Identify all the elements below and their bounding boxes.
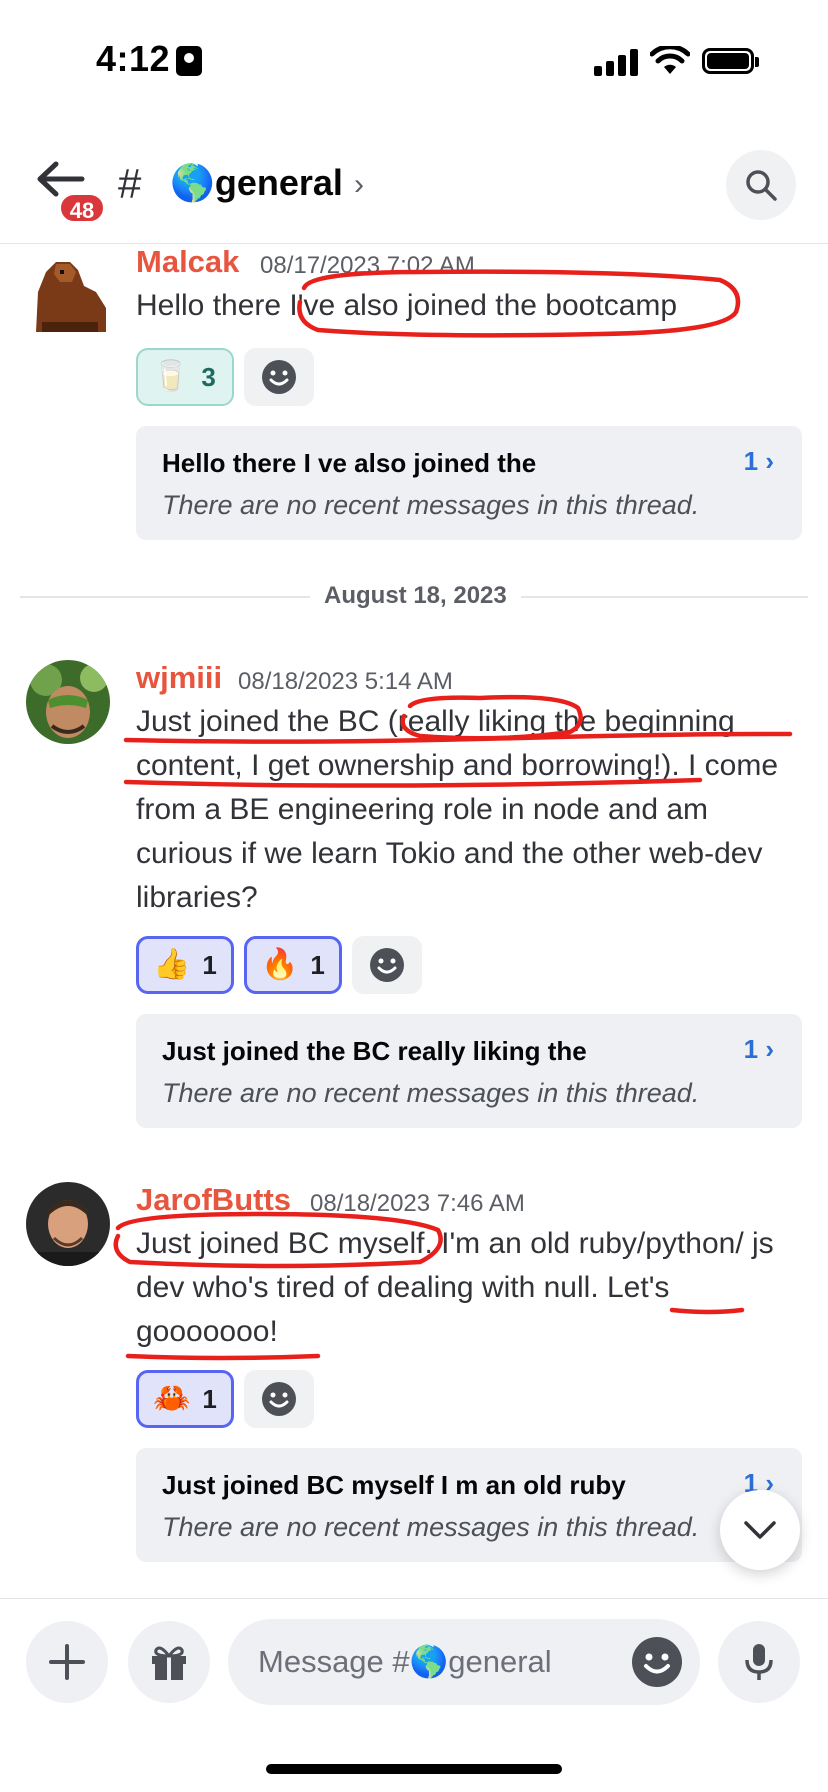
reaction-bar: 🥛 3 [136, 348, 314, 406]
reaction-chip[interactable]: 🦀 1 [136, 1370, 234, 1428]
reaction-chip[interactable]: 👍 1 [136, 936, 234, 994]
reaction-count: 1 [202, 949, 217, 980]
emoji-picker-button[interactable] [632, 1637, 682, 1687]
thread-card[interactable]: Just joined the BC really liking the 1 ›… [136, 1014, 802, 1128]
contact-card-icon [176, 46, 202, 76]
reaction-bar: 👍 1 🔥 1 [136, 936, 422, 994]
wifi-icon [650, 46, 690, 74]
message-timestamp: 08/18/2023 5:14 AM [238, 668, 453, 695]
message-author[interactable]: Malcak [136, 244, 239, 280]
gift-button[interactable] [128, 1621, 210, 1703]
message-timestamp: 08/18/2023 7:46 AM [310, 1190, 525, 1217]
message-text: Just joined the BC (really liking the be… [136, 705, 779, 914]
status-bar: 4:12 [0, 0, 828, 120]
message[interactable]: Malcak 08/17/2023 7:02 AM Hello there I'… [0, 244, 828, 544]
date-divider-label: August 18, 2023 [310, 582, 521, 610]
cellular-signal-icon [594, 48, 640, 76]
smiley-icon [370, 948, 404, 982]
voice-message-button[interactable] [718, 1621, 800, 1703]
message-timestamp: 08/17/2023 7:02 AM [260, 252, 475, 279]
plus-icon [49, 1644, 85, 1680]
reaction-chip[interactable]: 🔥 1 [244, 936, 342, 994]
scroll-to-bottom-button[interactable] [720, 1490, 800, 1570]
thread-title: Just joined the BC really liking the [162, 1036, 587, 1066]
thread-card[interactable]: Hello there I ve also joined the 1 › The… [136, 426, 802, 540]
message-author[interactable]: wjmiii [136, 660, 222, 696]
channel-title[interactable]: 🌎general [170, 162, 343, 204]
smiley-icon [262, 1382, 296, 1416]
thread-subtitle: There are no recent messages in this thr… [162, 490, 700, 520]
add-reaction-button[interactable] [244, 1370, 314, 1428]
message-text: Just joined BC myself. I'm an old ruby/p… [136, 1227, 774, 1348]
thread-subtitle: There are no recent messages in this thr… [162, 1078, 700, 1108]
channel-header: 48 # 🌎general › [0, 132, 828, 244]
reaction-chip[interactable]: 🥛 3 [136, 348, 234, 406]
thread-title: Hello there I ve also joined the [162, 448, 537, 478]
thread-subtitle: There are no recent messages in this thr… [162, 1512, 700, 1542]
avatar[interactable] [26, 252, 110, 336]
add-attachment-button[interactable] [26, 1621, 108, 1703]
home-indicator [266, 1764, 562, 1774]
smiley-icon [644, 1653, 670, 1674]
message[interactable]: JarofButts 08/18/2023 7:46 AM Just joine… [0, 1182, 828, 1582]
thread-count: 1 › [743, 446, 774, 476]
message-input-placeholder: Message #🌎general [258, 1644, 552, 1679]
chevron-right-icon[interactable]: › [354, 168, 364, 202]
add-reaction-button[interactable] [244, 348, 314, 406]
message[interactable]: wjmiii 08/18/2023 5:14 AM Just joined th… [0, 660, 828, 1140]
thread-count: 1 › [743, 1034, 774, 1064]
message-composer: Message #🌎general [0, 1598, 828, 1718]
milk-glass-icon: 🥛 [152, 360, 190, 393]
status-time: 4:12 [96, 38, 171, 79]
smiley-icon [262, 360, 296, 394]
search-button[interactable] [726, 150, 796, 220]
message-input[interactable]: Message #🌎general [228, 1619, 700, 1705]
message-text: Hello there I've also joined the bootcam… [136, 289, 678, 322]
thumbs-up-icon: 👍 [153, 948, 191, 981]
battery-icon [702, 48, 759, 74]
thread-card[interactable]: Just joined BC myself I m an old ruby 1 … [136, 1448, 802, 1562]
add-reaction-button[interactable] [352, 936, 422, 994]
avatar[interactable] [26, 660, 110, 744]
crab-icon: 🦀 [153, 1382, 191, 1415]
chevron-down-icon [744, 1521, 776, 1539]
reaction-count: 3 [201, 361, 216, 392]
search-icon [746, 170, 777, 201]
reaction-bar: 🦀 1 [136, 1370, 314, 1428]
fire-icon: 🔥 [261, 948, 299, 981]
microphone-icon [745, 1644, 773, 1680]
thread-title: Just joined BC myself I m an old ruby [162, 1470, 626, 1500]
channel-hash-icon: # [118, 160, 142, 207]
gift-icon [152, 1646, 186, 1680]
message-author[interactable]: JarofButts [136, 1182, 291, 1218]
reaction-count: 1 [202, 1383, 217, 1414]
reaction-count: 1 [310, 949, 325, 980]
avatar[interactable] [26, 1182, 110, 1266]
unread-badge: 48 [58, 192, 106, 224]
